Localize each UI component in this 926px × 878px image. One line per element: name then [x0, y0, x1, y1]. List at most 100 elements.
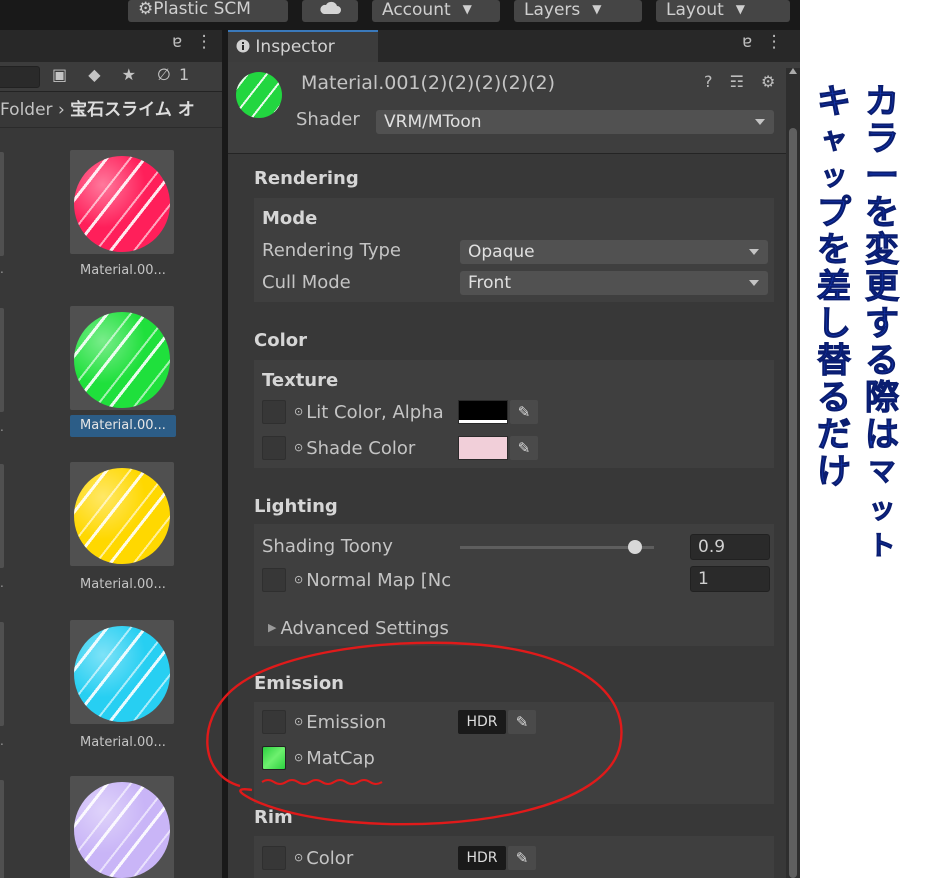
emission-hdr-color[interactable]: HDR	[458, 710, 506, 734]
cloud-icon	[320, 1, 341, 14]
tab-inspector-label: Inspector	[255, 37, 335, 57]
rim-texture-slot[interactable]	[262, 846, 286, 870]
target-icon: ⊙	[294, 573, 304, 586]
asset-label[interactable]: Material.00...	[70, 574, 176, 596]
advanced-settings-foldout[interactable]: ▶ Advanced Settings	[268, 618, 449, 639]
layers-label: Layers	[524, 0, 581, 20]
project-search-input[interactable]	[0, 66, 40, 88]
eyedropper-icon[interactable]: ✎	[508, 710, 536, 734]
shade-color-texture-slot[interactable]	[262, 436, 286, 460]
annotation-column_1-char: ー	[865, 156, 900, 196]
cull-mode-label: Cull Mode	[262, 272, 351, 293]
scroll-up-icon[interactable]	[789, 68, 797, 74]
material-name: Material.001(2)(2)(2)(2)(2)	[301, 72, 556, 94]
lit-color-label: ⊙ Lit Color, Alpha	[294, 402, 444, 423]
annotation-column_2-char: プ	[817, 193, 852, 233]
rim-hdr-color[interactable]: HDR	[458, 846, 506, 870]
breadcrumb-current[interactable]: 宝石スライム オ	[70, 100, 195, 120]
matcap-text: MatCap	[306, 748, 375, 769]
annotation-column_1-char: カ	[865, 82, 900, 122]
annotation-column_1-char: る	[865, 341, 900, 381]
shading-toony-slider[interactable]	[460, 546, 654, 549]
asset-label-selected[interactable]: Material.00...	[70, 415, 176, 437]
project-toolbar: ▣ ◆ ★ ∅1	[0, 62, 222, 92]
cull-mode-dropdown[interactable]: Front	[460, 271, 768, 295]
rendering-type-dropdown[interactable]: Opaque	[460, 240, 768, 264]
rendering-mode-group: Mode Rendering Type Opaque Cull Mode Fro…	[254, 198, 774, 302]
eyedropper-icon[interactable]: ✎	[508, 846, 536, 870]
inspector-scrollbar[interactable]	[786, 68, 800, 878]
eyedropper-icon[interactable]: ✎	[510, 436, 538, 460]
asset-thumbnail[interactable]	[70, 462, 174, 566]
chevron-down-icon	[749, 249, 759, 255]
section-title-lighting: Lighting	[254, 496, 338, 517]
rendering-type-value: Opaque	[468, 242, 535, 262]
lock-menu-icons[interactable]: ɐ ⋮	[742, 32, 787, 52]
material-sphere-icon	[74, 626, 170, 722]
annotation-column_1-char: ラ	[865, 119, 900, 159]
lit-color-texture-slot[interactable]	[262, 400, 286, 424]
rim-group: ⊙ Color HDR ✎	[254, 836, 774, 878]
asset-thumbnail[interactable]	[70, 150, 174, 254]
rim-color-label: ⊙ Color	[294, 848, 353, 869]
lighting-group: Shading Toony 0.9 ⊙ Normal Map [Nc 1 ▶ Adv…	[254, 524, 774, 646]
plastic-scm-label: ⚙Plastic SCM	[138, 0, 251, 19]
rim-color-text: Color	[306, 848, 354, 869]
annotation-column_1-char: ッ	[868, 494, 896, 526]
account-label: Account	[382, 0, 451, 20]
target-icon: ⊙	[294, 751, 304, 764]
cloud-button[interactable]	[302, 0, 358, 22]
asset-label[interactable]: Material.00...	[70, 260, 176, 282]
asset-thumbnail-partial[interactable]	[0, 780, 4, 878]
project-panel: ɐ ⋮ ▣ ◆ ★ ∅1 Folder › 宝石スライム オ . Materia…	[0, 30, 222, 878]
account-dropdown[interactable]: Account ▼	[372, 0, 500, 22]
slider-knob[interactable]	[627, 540, 642, 554]
asset-thumbnail-partial[interactable]	[0, 622, 4, 726]
shader-dropdown[interactable]: VRM/MToon	[376, 110, 774, 134]
normal-map-scale-field[interactable]: 1	[690, 566, 770, 592]
eyedropper-icon[interactable]: ✎	[510, 400, 538, 424]
header-action-icons[interactable]: ? ☶ ⚙	[704, 72, 781, 91]
asset-thumbnail[interactable]	[70, 776, 174, 878]
layout-dropdown[interactable]: Layout ▼	[656, 0, 790, 22]
normal-map-texture-slot[interactable]	[262, 568, 286, 592]
emission-texture-slot[interactable]	[262, 710, 286, 734]
tab-inspector[interactable]: Inspector	[228, 30, 378, 62]
annotation-column_1-char: 更	[865, 267, 900, 307]
inspector-panel: Inspector ɐ ⋮ Material.001(2)(2)(2)(2)(2…	[228, 30, 800, 878]
asset-thumbnail-partial[interactable]	[0, 464, 4, 568]
breadcrumb-folder[interactable]: Folder	[0, 100, 53, 120]
asset-thumbnail-partial[interactable]	[0, 308, 4, 412]
asset-thumbnail[interactable]	[70, 620, 174, 724]
layers-dropdown[interactable]: Layers ▼	[514, 0, 642, 22]
plastic-scm-button[interactable]: ⚙Plastic SCM	[128, 0, 288, 22]
annotation-column_2-char: る	[817, 378, 852, 418]
chevron-down-icon: ▼	[462, 2, 472, 16]
chevron-down-icon	[755, 119, 765, 125]
annotation-column_1-char: を	[865, 193, 900, 233]
shade-color-text: Shade Color	[306, 438, 416, 459]
material-sphere-icon	[74, 312, 170, 408]
shade-color-swatch[interactable]	[458, 436, 508, 460]
shade-color-label: ⊙ Shade Color	[294, 438, 415, 459]
breadcrumb: Folder › 宝石スライム オ	[0, 92, 222, 128]
asset-thumbnail-selected[interactable]	[70, 306, 174, 410]
asset-thumbnail-partial[interactable]	[0, 152, 4, 256]
lock-menu-icons[interactable]: ɐ ⋮	[172, 32, 217, 52]
asset-label[interactable]: Material.00...	[70, 732, 176, 754]
mode-subtitle: Mode	[262, 208, 318, 229]
annotation-column_2-char: ャ	[820, 124, 848, 156]
emission-group: ⊙ Emission HDR ✎ ⊙ MatCap	[254, 702, 774, 804]
scrollbar-thumb[interactable]	[789, 128, 797, 878]
chevron-down-icon	[749, 280, 759, 286]
lit-color-swatch[interactable]	[458, 400, 508, 424]
rendering-type-label: Rendering Type	[262, 240, 401, 261]
project-filter-icons[interactable]: ▣ ◆ ★ ∅1	[52, 65, 197, 84]
annotation-column_2-char: 替	[817, 341, 852, 381]
annotation-column_2-char: 差	[817, 267, 852, 307]
emission-text: Emission	[306, 712, 387, 733]
shading-toony-field[interactable]: 0.9	[690, 534, 770, 560]
annotation-column_2-char: し	[817, 304, 852, 344]
annotation-column_1-char: マ	[868, 457, 896, 489]
matcap-texture-slot[interactable]	[262, 746, 286, 770]
